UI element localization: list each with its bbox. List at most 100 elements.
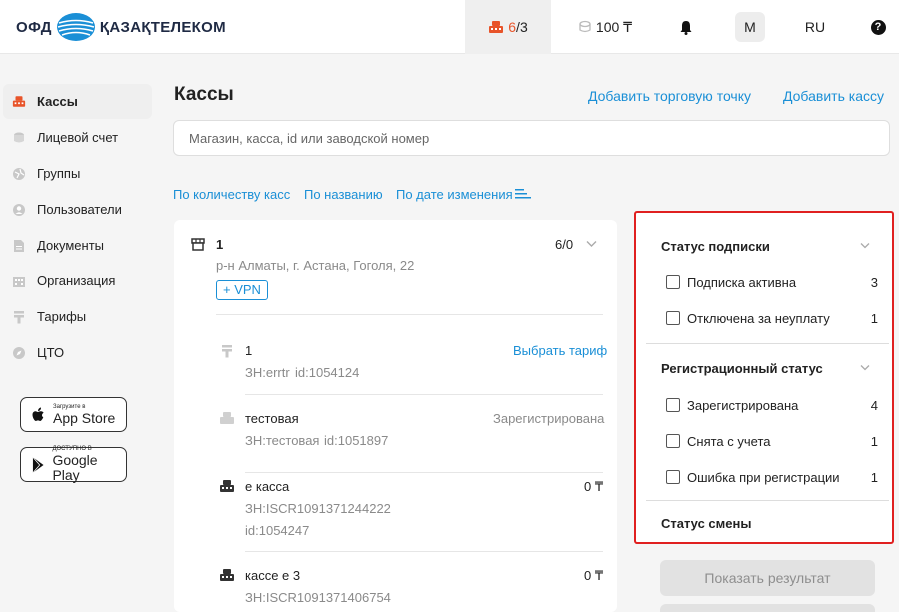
kassa-serial: ЗН:тестовая xyxy=(245,433,320,448)
kassa-amount: 0 ₸ xyxy=(584,479,604,494)
filter-panel: Статус подписки Подписка активна 3 Отклю… xyxy=(634,211,894,544)
coins-icon xyxy=(579,20,591,33)
kassa-status: Зарегистрирована xyxy=(493,411,605,426)
cash-register-icon xyxy=(220,569,234,581)
show-results-button[interactable]: Показать результат xyxy=(660,560,875,596)
sidebar-item-label: Лицевой счет xyxy=(37,130,119,145)
point-name[interactable]: 1 xyxy=(216,237,223,252)
document-icon xyxy=(12,239,26,253)
kassa-serial: ЗН:ISCR1091371406754 xyxy=(245,590,391,605)
kassa-total-count: 3 xyxy=(519,19,528,35)
logo-kazakhtelecom-text: ҚАЗАҚТЕЛЕКОМ xyxy=(99,18,226,36)
kassa-name[interactable]: 1 xyxy=(245,343,252,358)
sidebar-item-kassy[interactable]: Кассы xyxy=(3,84,152,119)
sort-by-date[interactable]: По дате изменения xyxy=(396,187,513,202)
chevron-down-icon[interactable] xyxy=(860,363,870,373)
tariff-icon xyxy=(222,345,232,358)
avatar[interactable]: M xyxy=(735,12,765,42)
checkbox[interactable] xyxy=(666,311,680,325)
cash-register-icon xyxy=(489,21,504,33)
sidebar-item-account[interactable]: Лицевой счет xyxy=(3,120,152,155)
balance[interactable]: 100 ₸ xyxy=(575,0,635,54)
sidebar-item-users[interactable]: Пользователи xyxy=(3,192,152,227)
sidebar-item-label: Пользователи xyxy=(37,202,122,217)
filter-option-count: 3 xyxy=(870,274,878,290)
sidebar-item-groups[interactable]: Группы xyxy=(3,156,152,191)
filter-option[interactable]: Зарегистрирована 4 xyxy=(666,396,878,414)
sidebar-item-label: Группы xyxy=(37,166,81,181)
logo[interactable]: ОФД ҚАЗАҚТЕЛЕКОМ xyxy=(16,12,226,42)
tariff-icon xyxy=(12,310,26,324)
logo-ofd-text: ОФД xyxy=(16,18,52,36)
checkbox[interactable] xyxy=(666,398,680,412)
google-play-label: Google Play xyxy=(52,452,98,483)
kassa-serial: ЗН:errtr xyxy=(245,365,290,380)
balance-value: 100 ₸ xyxy=(595,18,633,35)
kassa-name[interactable]: е касса xyxy=(245,479,289,494)
filter-option[interactable]: Отключена за неуплату 1 xyxy=(666,309,878,327)
divider xyxy=(216,314,603,315)
vpn-button[interactable]: + VPN xyxy=(216,280,268,300)
google-play-icon xyxy=(32,456,44,473)
kassa-name[interactable]: кассе е 3 xyxy=(245,568,300,583)
kassa-name[interactable]: тестовая xyxy=(245,411,299,426)
add-kassa-link[interactable]: Добавить кассу xyxy=(783,88,884,104)
top-header: ОФД ҚАЗАҚТЕЛЕКОМ 6/3 100 ₸ M RU ? xyxy=(0,0,899,54)
filter-registration-title[interactable]: Регистрационный статус xyxy=(661,361,823,376)
choose-tariff-link[interactable]: Выбрать тариф xyxy=(513,343,607,358)
filter-subscription-title[interactable]: Статус подписки xyxy=(661,239,770,254)
cash-register-icon xyxy=(12,95,26,109)
filter-option-label: Ошибка при регистрации xyxy=(687,469,840,485)
help-icon: ? xyxy=(870,19,886,35)
kassa-id: id:1051897 xyxy=(324,433,389,448)
search-input[interactable] xyxy=(173,120,890,156)
filter-option[interactable]: Подписка активна 3 xyxy=(666,273,878,291)
sidebar-item-label: Организация xyxy=(37,273,116,288)
filter-option-label: Зарегистрирована xyxy=(687,397,799,413)
cash-register-icon xyxy=(220,480,234,492)
sort-by-name[interactable]: По названию xyxy=(304,187,383,202)
divider xyxy=(245,472,603,473)
bell-icon xyxy=(680,20,692,35)
filter-shift-title[interactable]: Статус смены xyxy=(661,516,751,531)
filter-option-count: 1 xyxy=(870,433,878,449)
point-kassa-count: 6/0 xyxy=(555,237,574,252)
sidebar-item-cto[interactable]: ЦТО xyxy=(3,335,152,370)
sidebar-item-label: Тарифы xyxy=(37,309,87,324)
kassa-active-count: 6 xyxy=(508,19,517,35)
sidebar-item-organization[interactable]: Организация xyxy=(3,263,152,298)
language-selector[interactable]: RU xyxy=(800,0,830,54)
divider xyxy=(245,551,603,552)
notifications-button[interactable] xyxy=(674,0,698,54)
checkbox[interactable] xyxy=(666,470,680,484)
divider xyxy=(646,343,889,344)
filter-option[interactable]: Снята с учета 1 xyxy=(666,432,878,450)
divider xyxy=(245,394,603,395)
divider xyxy=(646,500,889,501)
sidebar-item-label: Документы xyxy=(37,238,105,253)
chevron-down-icon[interactable] xyxy=(586,240,597,248)
filter-option-label: Снята с учета xyxy=(687,433,771,449)
kassa-counter[interactable]: 6/3 xyxy=(465,0,551,54)
apple-icon xyxy=(32,407,44,421)
globe-icon xyxy=(12,167,26,181)
sort-by-count[interactable]: По количеству касс xyxy=(173,187,290,202)
chevron-down-icon[interactable] xyxy=(860,241,870,251)
app-store-button[interactable]: Загрузите в App Store xyxy=(20,397,127,432)
filter-option-count: 1 xyxy=(870,310,878,326)
checkbox[interactable] xyxy=(666,275,680,289)
point-address: р-н Алматы, г. Астана, Гоголя, 22 xyxy=(216,258,415,273)
google-play-button[interactable]: ДОСТУПНО В Google Play xyxy=(20,446,127,483)
checkbox[interactable] xyxy=(666,434,680,448)
sidebar-item-documents[interactable]: Документы xyxy=(3,228,152,263)
filter-option-label: Отключена за неуплату xyxy=(687,310,830,326)
help-button[interactable]: ? xyxy=(866,0,890,54)
sidebar-item-tariffs[interactable]: Тарифы xyxy=(3,299,152,334)
add-trade-point-link[interactable]: Добавить торговую точку xyxy=(588,88,751,104)
sort-order-icon[interactable] xyxy=(515,188,531,200)
page-title: Кассы xyxy=(174,84,234,105)
kassa-id: id:1054247 xyxy=(245,523,310,538)
reset-filters-button[interactable] xyxy=(660,604,875,612)
filter-option-count: 4 xyxy=(870,397,878,413)
filter-option[interactable]: Ошибка при регистрации 1 xyxy=(666,468,878,486)
